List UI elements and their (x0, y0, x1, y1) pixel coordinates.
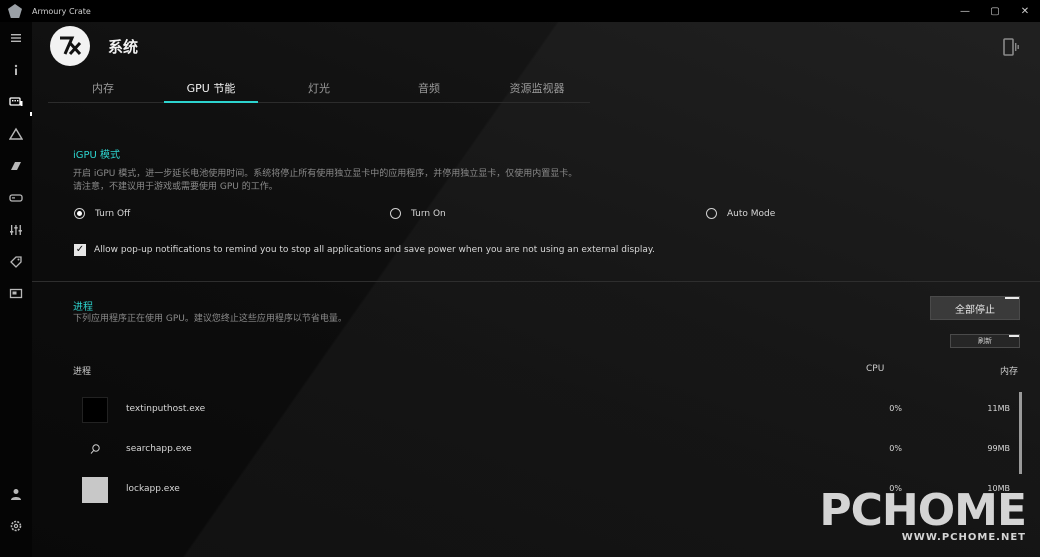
stop-all-button[interactable]: 全部停止 (930, 296, 1020, 320)
column-header-process: 进程 (73, 367, 92, 377)
popup-notification-checkbox[interactable]: ✓ (74, 244, 86, 256)
column-header-memory: 内存 (1000, 367, 1019, 377)
igpu-description-line1: 开启 iGPU 模式，进一步延长电池使用时间。系统将停止所有使用独立显卡中的应用… (73, 169, 578, 179)
radio-turn-on[interactable]: Turn On (390, 208, 446, 219)
settings-gear-icon[interactable] (6, 516, 26, 536)
minimize-button[interactable]: — (950, 0, 980, 22)
tab-memory[interactable]: 内存 (48, 80, 158, 102)
sidebar (0, 22, 32, 557)
window-controls: — ▢ ✕ (950, 0, 1040, 22)
stop-all-label: 全部停止 (955, 304, 995, 316)
title-bar: Armoury Crate — ▢ ✕ (0, 0, 1040, 22)
process-memory: 99MB (987, 444, 1010, 453)
tab-bar: 内存 GPU 节能 灯光 音频 资源监视器 (48, 76, 590, 103)
igpu-description-line2: 请注意，不建议用于游戏或需要使用 GPU 的工作。 (73, 182, 278, 192)
radio-label: Turn On (411, 208, 446, 219)
process-description: 下列应用程序正在使用 GPU。建议您终止这些应用程序以节省电量。 (73, 314, 347, 324)
tab-lighting[interactable]: 灯光 (264, 80, 374, 102)
process-cpu: 0% (889, 444, 902, 453)
process-name: lockapp.exe (126, 484, 180, 494)
radio-dot (390, 208, 401, 219)
system-logo-icon (50, 26, 90, 66)
maximize-button[interactable]: ▢ (980, 0, 1010, 22)
device-vibrate-icon[interactable] (1000, 37, 1020, 61)
tab-resource-monitor[interactable]: 资源监视器 (484, 80, 590, 102)
radio-label: Auto Mode (727, 208, 776, 219)
radio-dot (706, 208, 717, 219)
process-memory: 11MB (987, 404, 1010, 413)
user-icon[interactable] (6, 484, 26, 504)
process-name: textinputhost.exe (126, 404, 206, 414)
page-title: 系统 (108, 38, 139, 56)
section-divider (32, 281, 1040, 282)
corner-tick (1009, 335, 1019, 337)
active-indicator (30, 112, 32, 116)
radio-auto-mode[interactable]: Auto Mode (706, 208, 775, 219)
corner-tick (1005, 297, 1019, 299)
table-scrollbar[interactable] (1019, 392, 1022, 474)
igpu-section-title: iGPU 模式 (73, 150, 121, 161)
watermark: PCHOME WWW.PCHOME.NET (819, 485, 1027, 543)
window-title: Armoury Crate (32, 6, 91, 16)
monitor-icon[interactable] (6, 284, 26, 304)
tab-gpu-power-saving[interactable]: GPU 节能 (164, 80, 258, 102)
process-section-title: 进程 (73, 302, 93, 313)
refresh-label: 刷新 (978, 337, 992, 345)
refresh-button[interactable]: 刷新 (950, 334, 1020, 348)
keyboard-system-icon[interactable] (6, 92, 26, 112)
info-icon[interactable] (6, 60, 26, 80)
process-cpu: 0% (889, 404, 902, 413)
equalizer-icon[interactable] (6, 220, 26, 240)
table-row[interactable]: textinputhost.exe 0% 11MB (32, 393, 1022, 427)
gray-square-icon (82, 477, 108, 503)
radio-turn-off[interactable]: Turn Off (74, 208, 130, 219)
black-square-icon (82, 397, 108, 423)
table-row[interactable]: searchapp.exe 0% 99MB (32, 433, 1022, 467)
aura-triangle-icon[interactable] (6, 124, 26, 144)
column-header-cpu: CPU (866, 364, 885, 374)
hamburger-menu-icon[interactable] (6, 28, 26, 48)
app-logo-icon (8, 4, 22, 18)
tag-icon[interactable] (6, 252, 26, 272)
popup-notification-label: Allow pop-up notifications to remind you… (94, 245, 655, 255)
close-button[interactable]: ✕ (1010, 0, 1040, 22)
watermark-main: PCHOME (819, 485, 1027, 536)
search-icon (82, 437, 108, 463)
radio-dot-selected (74, 208, 85, 219)
popup-notification-option[interactable]: ✓ Allow pop-up notifications to remind y… (74, 244, 655, 256)
scenario-icon[interactable] (6, 156, 26, 176)
tab-audio[interactable]: 音频 (374, 80, 484, 102)
process-name: searchapp.exe (126, 444, 192, 454)
active-tab-underline (164, 101, 258, 103)
gamepad-icon[interactable] (6, 188, 26, 208)
radio-label: Turn Off (95, 208, 131, 219)
